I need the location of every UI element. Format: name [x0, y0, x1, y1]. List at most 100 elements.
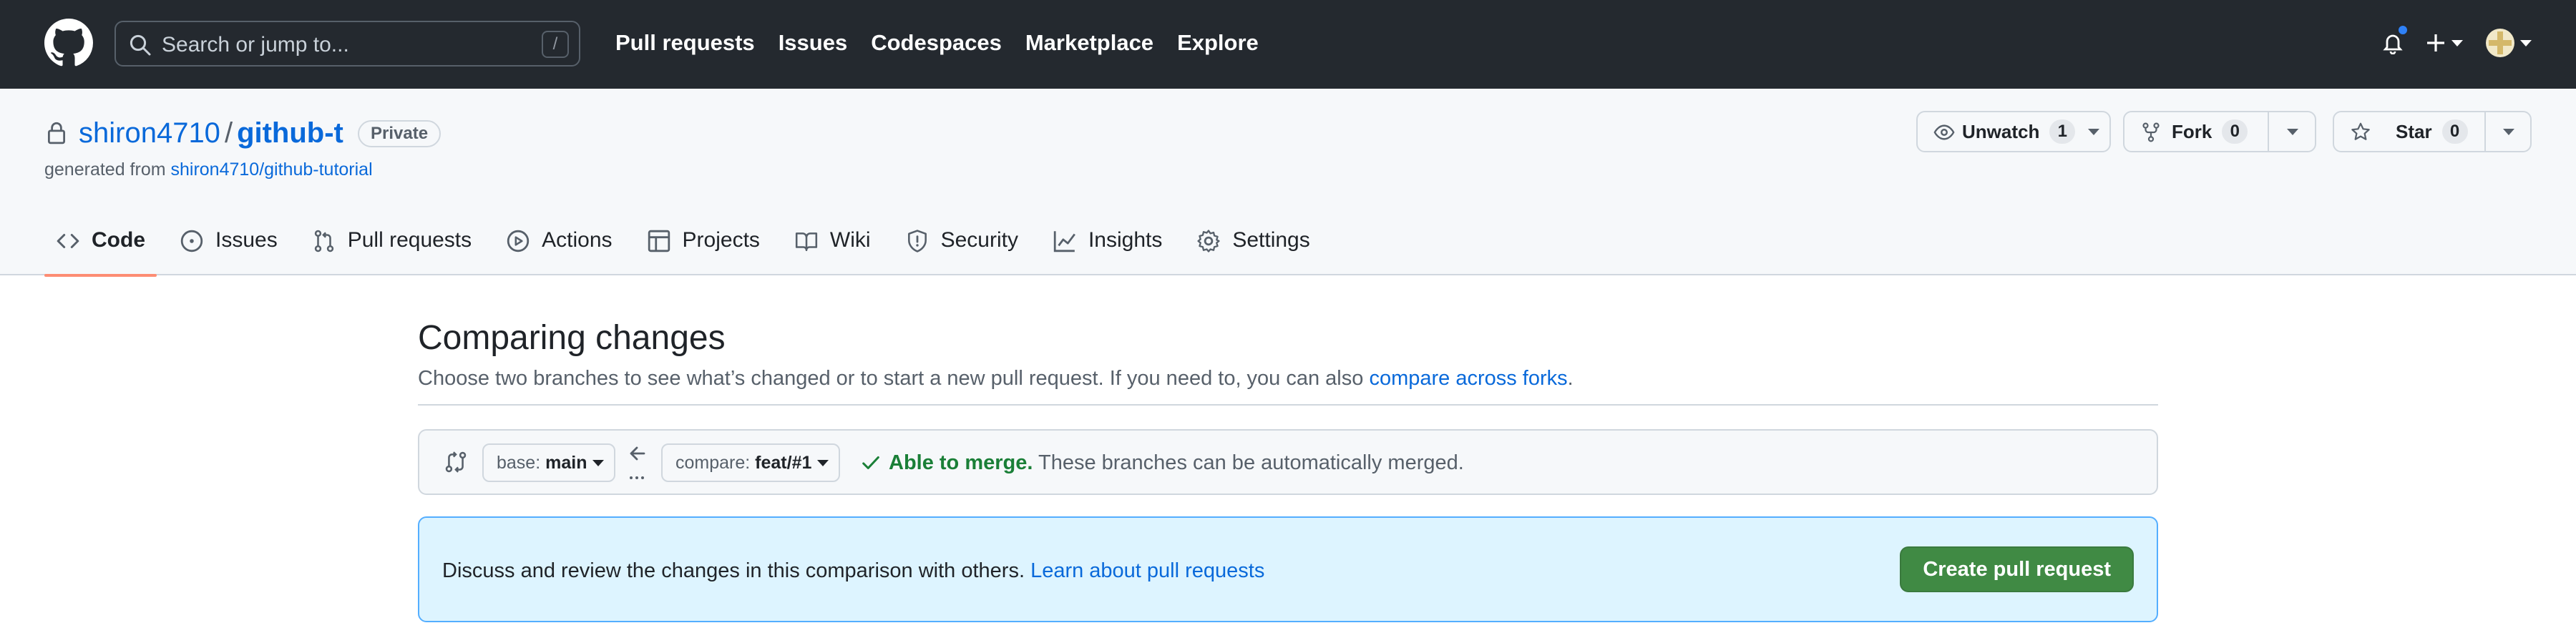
star-lists-toggle[interactable]	[2484, 112, 2530, 151]
compare-branch-select[interactable]: compare: feat/#1	[661, 443, 841, 482]
chevron-down-icon	[2451, 40, 2463, 46]
range-editor: base: main compare: feat/#1 Able to merg…	[418, 429, 2158, 495]
page-title: Comparing changes	[418, 319, 726, 357]
fork-label: Fork	[2172, 120, 2212, 142]
git-compare-icon[interactable]	[444, 450, 468, 474]
notifications-button[interactable]	[2376, 21, 2411, 64]
nav-explore[interactable]: Explore	[1177, 29, 1259, 57]
identicon-icon	[2489, 31, 2512, 54]
subtitle-text: Choose two branches to see what’s change…	[418, 367, 1370, 390]
repo-title-separator: /	[224, 117, 233, 149]
tab-projects[interactable]: Projects	[635, 222, 771, 275]
tab-insights[interactable]: Insights	[1041, 222, 1174, 275]
tab-label: Code	[92, 228, 145, 252]
divider	[418, 404, 2158, 406]
avatar	[2486, 29, 2514, 57]
compare-across-forks-link[interactable]: compare across forks	[1369, 367, 1567, 390]
chevron-down-icon	[592, 460, 605, 466]
chevron-down-icon	[2520, 40, 2532, 46]
watch-count: 1	[2049, 119, 2076, 144]
fork-button[interactable]: Fork 0	[2123, 111, 2316, 152]
tab-label: Wiki	[829, 228, 871, 252]
search-placeholder: Search or jump to...	[162, 33, 349, 57]
issue-opened-icon	[180, 230, 203, 252]
repo-owner-link[interactable]: shiron4710	[79, 117, 220, 149]
template-repo-link[interactable]: shiron4710/github-tutorial	[171, 160, 373, 180]
fork-count: 0	[2222, 119, 2248, 144]
global-header: Search or jump to... / Pull requests Iss…	[0, 0, 2576, 89]
tab-issues[interactable]: Issues	[168, 222, 289, 275]
chevron-down-icon	[2088, 129, 2099, 135]
merge-status-detail: These branches can be automatically merg…	[1038, 451, 1464, 474]
eye-icon	[1933, 124, 1955, 140]
nav-pull-requests[interactable]: Pull requests	[615, 29, 755, 57]
repository-tabs: Code Issues Pull requests Actions Projec…	[44, 222, 1333, 277]
repo-forked-icon	[2142, 122, 2160, 142]
unwatch-label: Unwatch	[1962, 120, 2040, 142]
tab-pull-requests[interactable]: Pull requests	[301, 222, 483, 275]
user-menu-dropdown[interactable]	[2480, 21, 2537, 64]
search-shortcut-hint: /	[542, 31, 569, 58]
search-icon	[130, 34, 151, 56]
tab-wiki[interactable]: Wiki	[783, 222, 882, 275]
lock-icon	[47, 122, 66, 144]
repository-header: shiron4710/github-t Private generated fr…	[0, 89, 2576, 277]
base-branch-name: main	[545, 453, 587, 473]
compare-branch-name: feat/#1	[755, 453, 812, 473]
tab-code[interactable]: Code	[44, 222, 157, 277]
merge-status: Able to merge. These branches can be aut…	[889, 450, 1464, 476]
book-icon	[795, 232, 818, 252]
check-icon	[862, 456, 879, 469]
gear-icon	[1197, 230, 1220, 252]
repo-name-link[interactable]: github-t	[237, 117, 343, 149]
subtitle-end: .	[1567, 367, 1574, 390]
pull-request-flash: Discuss and review the changes in this c…	[418, 516, 2158, 622]
tab-settings[interactable]: Settings	[1185, 222, 1321, 275]
flash-text: Discuss and review the changes in this c…	[442, 559, 1031, 582]
table-icon	[648, 230, 670, 252]
tab-label: Projects	[682, 228, 760, 252]
global-nav: Pull requests Issues Codespaces Marketpl…	[615, 29, 1259, 57]
plus-icon	[2427, 34, 2444, 51]
shield-icon	[907, 230, 927, 252]
page-subtitle: Choose two branches to see what’s change…	[418, 364, 1574, 393]
play-icon	[507, 230, 530, 252]
star-button[interactable]: Star 0	[2333, 111, 2532, 152]
star-count: 0	[2441, 119, 2468, 144]
github-logo-icon[interactable]	[44, 19, 93, 67]
tab-security[interactable]: Security	[894, 222, 1030, 275]
arrow-left-icon	[630, 446, 645, 479]
code-icon	[57, 234, 79, 248]
generated-from-label: generated from	[44, 160, 166, 180]
notification-indicator	[2397, 24, 2409, 36]
nav-marketplace[interactable]: Marketplace	[1025, 29, 1153, 57]
chevron-down-icon	[2503, 129, 2514, 135]
star-icon	[2351, 122, 2370, 140]
learn-about-pull-requests-link[interactable]: Learn about pull requests	[1030, 559, 1264, 582]
tab-label: Security	[940, 228, 1018, 252]
flash-message: Discuss and review the changes in this c…	[442, 556, 1264, 585]
nav-codespaces[interactable]: Codespaces	[871, 29, 1002, 57]
visibility-badge: Private	[358, 120, 441, 147]
chevron-down-icon	[817, 460, 829, 466]
git-pull-request-icon	[314, 230, 333, 252]
generated-from: generated from shiron4710/github-tutoria…	[44, 160, 373, 180]
tab-label: Insights	[1088, 228, 1163, 252]
base-prefix: base:	[497, 453, 546, 473]
star-label: Star	[2396, 120, 2432, 142]
tab-label: Settings	[1232, 228, 1310, 252]
fork-options-toggle[interactable]	[2268, 112, 2315, 151]
nav-issues[interactable]: Issues	[779, 29, 848, 57]
repository-title: shiron4710/github-t	[79, 116, 343, 150]
create-pull-request-button[interactable]: Create pull request	[1900, 546, 2134, 592]
base-branch-select[interactable]: base: main	[482, 443, 616, 482]
tab-label: Actions	[542, 228, 613, 252]
create-new-dropdown[interactable]	[2423, 21, 2466, 64]
graph-icon	[1053, 231, 1075, 252]
unwatch-button[interactable]: Unwatch 1	[1916, 111, 2111, 152]
chevron-down-icon	[2287, 129, 2298, 135]
tab-actions[interactable]: Actions	[494, 222, 623, 275]
tab-label: Pull requests	[347, 228, 472, 252]
search-input[interactable]: Search or jump to... /	[114, 21, 580, 67]
tab-label: Issues	[215, 228, 278, 252]
